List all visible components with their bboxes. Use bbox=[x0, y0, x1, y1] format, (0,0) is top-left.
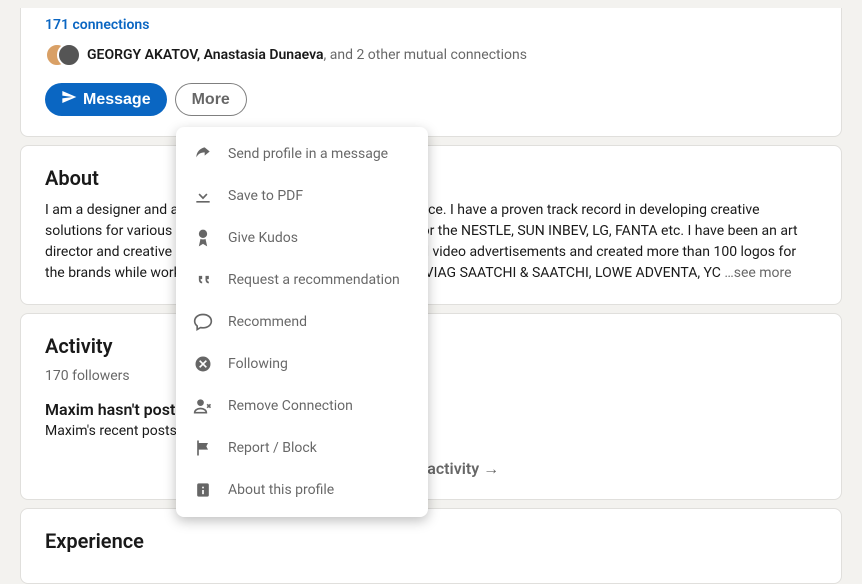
message-button-label: Message bbox=[83, 91, 151, 109]
person-remove-icon bbox=[192, 395, 214, 417]
dropdown-item-following[interactable]: Following bbox=[176, 343, 428, 385]
dropdown-label: Save to PDF bbox=[228, 188, 303, 204]
mutual-avatars bbox=[45, 43, 81, 67]
send-icon bbox=[61, 89, 77, 110]
dropdown-label: Report / Block bbox=[228, 440, 317, 456]
mutual-suffix: , and 2 other mutual connections bbox=[324, 47, 527, 63]
about-body: I am a designer and art director with ov… bbox=[45, 200, 817, 284]
quote-icon bbox=[192, 269, 214, 291]
more-button[interactable]: More bbox=[175, 83, 247, 116]
followers-count[interactable]: 170 followers bbox=[45, 368, 817, 384]
no-posts-title: Maxim hasn't posted lately bbox=[45, 400, 817, 419]
dropdown-label: Send profile in a message bbox=[228, 146, 388, 162]
avatar bbox=[57, 43, 81, 67]
dropdown-item-remove-connection[interactable]: Remove Connection bbox=[176, 385, 428, 427]
dropdown-item-give-kudos[interactable]: Give Kudos bbox=[176, 217, 428, 259]
dropdown-label: Remove Connection bbox=[228, 398, 353, 414]
dropdown-label: About this profile bbox=[228, 482, 334, 498]
dropdown-label: Following bbox=[228, 356, 288, 372]
dropdown-item-report-block[interactable]: Report / Block bbox=[176, 427, 428, 469]
about-heading: About bbox=[45, 166, 817, 190]
info-icon bbox=[192, 479, 214, 501]
dropdown-label: Recommend bbox=[228, 314, 307, 330]
dropdown-label: Request a recommendation bbox=[228, 272, 400, 288]
dropdown-item-request-recommendation[interactable]: Request a recommendation bbox=[176, 259, 428, 301]
dropdown-item-about-profile[interactable]: About this profile bbox=[176, 469, 428, 511]
dropdown-label: Give Kudos bbox=[228, 230, 298, 246]
dropdown-item-send-profile[interactable]: Send profile in a message bbox=[176, 133, 428, 175]
mutual-connections-row[interactable]: GEORGY AKATOV, Anastasia Dunaeva, and 2 … bbox=[45, 43, 817, 67]
flag-icon bbox=[192, 437, 214, 459]
see-more-link[interactable]: …see more bbox=[721, 265, 792, 281]
speech-bubble-icon bbox=[192, 311, 214, 333]
close-circle-icon bbox=[192, 353, 214, 375]
experience-card: Experience bbox=[20, 508, 842, 584]
more-dropdown-menu: Send profile in a message Save to PDF Gi… bbox=[176, 127, 428, 517]
mutual-names: GEORGY AKATOV, Anastasia Dunaeva bbox=[87, 47, 324, 63]
profile-header-card: 171 connections GEORGY AKATOV, Anastasia… bbox=[20, 8, 842, 137]
message-button[interactable]: Message bbox=[45, 83, 167, 116]
download-icon bbox=[192, 185, 214, 207]
dropdown-item-save-pdf[interactable]: Save to PDF bbox=[176, 175, 428, 217]
mutual-connections-text: GEORGY AKATOV, Anastasia Dunaeva, and 2 … bbox=[87, 47, 527, 63]
activity-card: Activity 170 followers Maxim hasn't post… bbox=[20, 313, 842, 500]
ribbon-icon bbox=[192, 227, 214, 249]
experience-heading: Experience bbox=[45, 529, 817, 553]
connections-link[interactable]: 171 connections bbox=[45, 17, 149, 33]
profile-action-buttons: Message More bbox=[45, 83, 817, 116]
share-arrow-icon bbox=[192, 143, 214, 165]
no-posts-desc: Maxim's recent posts and comments will b… bbox=[45, 423, 817, 439]
dropdown-item-recommend[interactable]: Recommend bbox=[176, 301, 428, 343]
more-button-label: More bbox=[192, 91, 230, 109]
show-all-activity-link[interactable]: Show all activity → bbox=[45, 459, 817, 479]
about-card: About I am a designer and art director w… bbox=[20, 145, 842, 305]
activity-heading: Activity bbox=[45, 334, 817, 358]
